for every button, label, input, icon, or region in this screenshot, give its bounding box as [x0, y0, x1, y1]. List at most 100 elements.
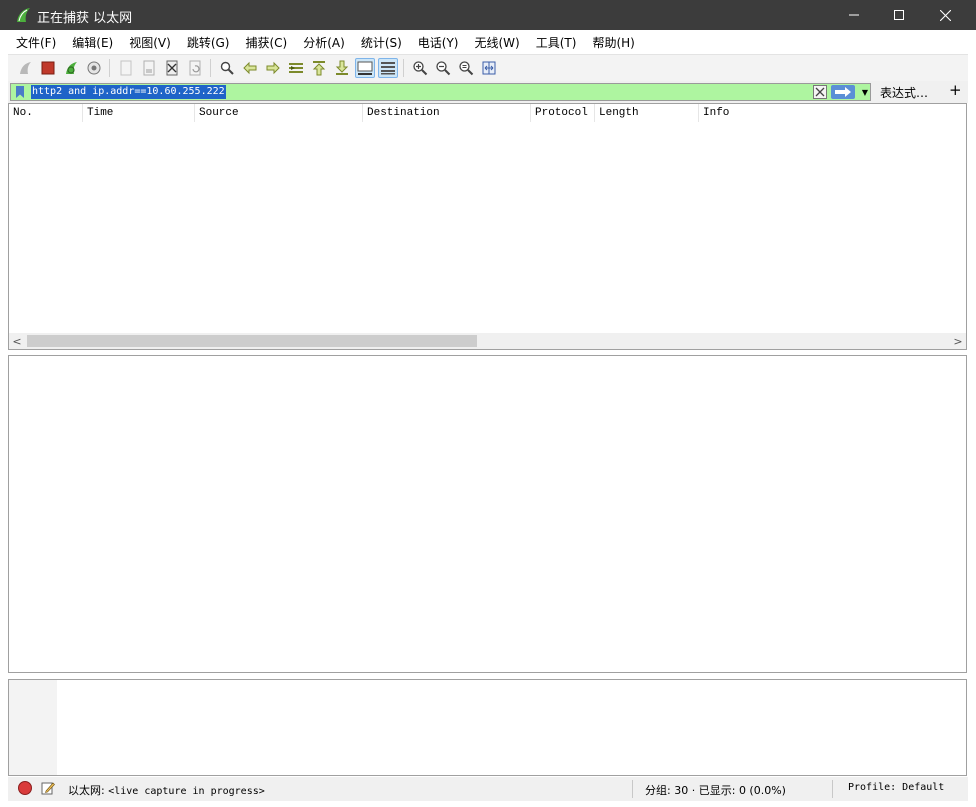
last-packet-icon [335, 60, 348, 75]
start-capture-icon [19, 62, 31, 74]
resize-columns-icon [482, 61, 495, 75]
menu-bar: 文件(F) 编辑(E) 视图(V) 跳转(G) 捕获(C) 分析(A) 统计(S… [8, 30, 968, 54]
reload-file-button[interactable] [185, 58, 205, 78]
find-packet-icon [220, 61, 234, 75]
resize-columns-button[interactable] [479, 58, 499, 78]
go-back-icon [242, 61, 256, 75]
colorize-button[interactable] [377, 58, 398, 78]
capture-comment-icon[interactable] [41, 781, 55, 795]
column-header-length[interactable]: Length [595, 104, 699, 122]
packet-count-status: 分组: 30 · 已显示: 0 (0.0%) [645, 782, 786, 798]
bytes-offset-gutter [9, 680, 57, 775]
go-back-button[interactable] [240, 58, 260, 78]
displayed-value: 0 (0.0%) [738, 784, 786, 797]
close-icon [939, 9, 951, 21]
scroll-left-icon[interactable]: < [9, 333, 25, 349]
bookmark-icon[interactable] [13, 85, 27, 99]
go-to-packet-icon [288, 63, 303, 73]
main-toolbar [8, 54, 968, 82]
expression-button[interactable]: 表达式… [880, 84, 928, 101]
column-header-no[interactable]: No. [9, 104, 83, 122]
packets-label: 分组: [645, 784, 671, 797]
menu-edit[interactable]: 编辑(E) [64, 34, 121, 51]
menu-tools[interactable]: 工具(T) [528, 34, 585, 51]
title-bar: 正在捕获 以太网 [0, 0, 976, 30]
packet-bytes-pane[interactable] [8, 679, 967, 776]
restart-capture-icon [65, 62, 77, 74]
arrow-right-icon [835, 87, 851, 97]
maximize-button[interactable] [876, 0, 922, 30]
menu-statistics[interactable]: 统计(S) [353, 34, 410, 51]
column-header-time[interactable]: Time [83, 104, 195, 122]
menu-telephony[interactable]: 电话(Y) [410, 34, 467, 51]
menu-go[interactable]: 跳转(G) [179, 34, 238, 51]
auto-scroll-icon [357, 61, 372, 75]
displayed-label: 已显示: [698, 784, 736, 797]
capture-options-button[interactable] [84, 58, 104, 78]
normal-size-button[interactable] [456, 58, 476, 78]
display-filter-input[interactable]: http2 and ip.addr==10.60.255.222 ▼ [10, 83, 871, 101]
stop-capture-icon [41, 61, 54, 75]
go-forward-button[interactable] [263, 58, 283, 78]
status-divider [832, 780, 833, 798]
toolbar-separator [403, 59, 404, 77]
zoom-out-icon [435, 61, 450, 76]
last-packet-button[interactable] [332, 58, 352, 78]
open-file-button[interactable] [116, 58, 136, 78]
apply-filter-button[interactable] [831, 85, 855, 99]
status-separator: · [691, 784, 696, 797]
menu-wireless[interactable]: 无线(W) [467, 34, 528, 51]
packet-list-header: No. Time Source Destination Protocol Len… [9, 104, 966, 122]
capture-status-icon[interactable] [18, 781, 32, 795]
profile-switcher[interactable]: Profile: Default [848, 782, 944, 793]
clear-filter-icon[interactable] [813, 85, 827, 99]
open-file-icon [120, 60, 131, 76]
first-packet-icon [312, 61, 325, 76]
zoom-in-icon [412, 61, 427, 76]
restart-capture-button[interactable] [61, 58, 81, 78]
auto-scroll-button[interactable] [354, 58, 375, 78]
toolbar-separator [109, 59, 110, 77]
column-header-info[interactable]: Info [699, 104, 966, 122]
column-header-source[interactable]: Source [195, 104, 363, 122]
menu-file[interactable]: 文件(F) [8, 34, 64, 51]
menu-view[interactable]: 视图(V) [121, 34, 179, 51]
scroll-right-icon[interactable]: > [950, 333, 966, 349]
colorize-icon [380, 62, 395, 75]
toolbar-separator [210, 59, 211, 77]
column-header-protocol[interactable]: Protocol [531, 104, 595, 122]
add-filter-button[interactable]: + [949, 81, 962, 99]
capture-status-text: 以太网: <live capture in progress> [68, 782, 265, 798]
reload-file-icon [189, 60, 200, 76]
filter-history-dropdown[interactable]: ▼ [859, 85, 871, 99]
menu-capture[interactable]: 捕获(C) [237, 34, 295, 51]
capture-options-icon [87, 61, 100, 75]
status-divider [632, 780, 633, 798]
packet-details-pane[interactable] [8, 355, 967, 673]
go-to-packet-button[interactable] [286, 58, 306, 78]
minimize-button[interactable] [831, 0, 877, 30]
first-packet-button[interactable] [309, 58, 329, 78]
scrollbar-thumb[interactable] [27, 335, 477, 347]
stop-capture-button[interactable] [38, 58, 58, 78]
chevron-down-icon: ▼ [861, 87, 869, 97]
close-file-button[interactable] [162, 58, 182, 78]
save-file-icon [143, 60, 154, 76]
save-file-button[interactable] [139, 58, 159, 78]
zoom-in-button[interactable] [410, 58, 430, 78]
find-packet-button[interactable] [217, 58, 237, 78]
zoom-out-button[interactable] [433, 58, 453, 78]
packet-list-horizontal-scrollbar[interactable]: < > [9, 333, 966, 349]
go-forward-icon [266, 61, 280, 75]
packet-list-pane[interactable]: No. Time Source Destination Protocol Len… [8, 103, 967, 350]
column-header-destination[interactable]: Destination [363, 104, 531, 122]
filter-expression-text[interactable]: http2 and ip.addr==10.60.255.222 [31, 85, 226, 99]
menu-help[interactable]: 帮助(H) [584, 34, 642, 51]
start-capture-button[interactable] [15, 58, 35, 78]
window-title: 正在捕获 以太网 [37, 11, 133, 26]
menu-analyze[interactable]: 分析(A) [295, 34, 353, 51]
capture-state: <live capture in progress> [108, 786, 265, 797]
interface-label: 以太网: [68, 784, 105, 797]
maximize-icon [894, 10, 904, 20]
close-button[interactable] [922, 0, 968, 30]
